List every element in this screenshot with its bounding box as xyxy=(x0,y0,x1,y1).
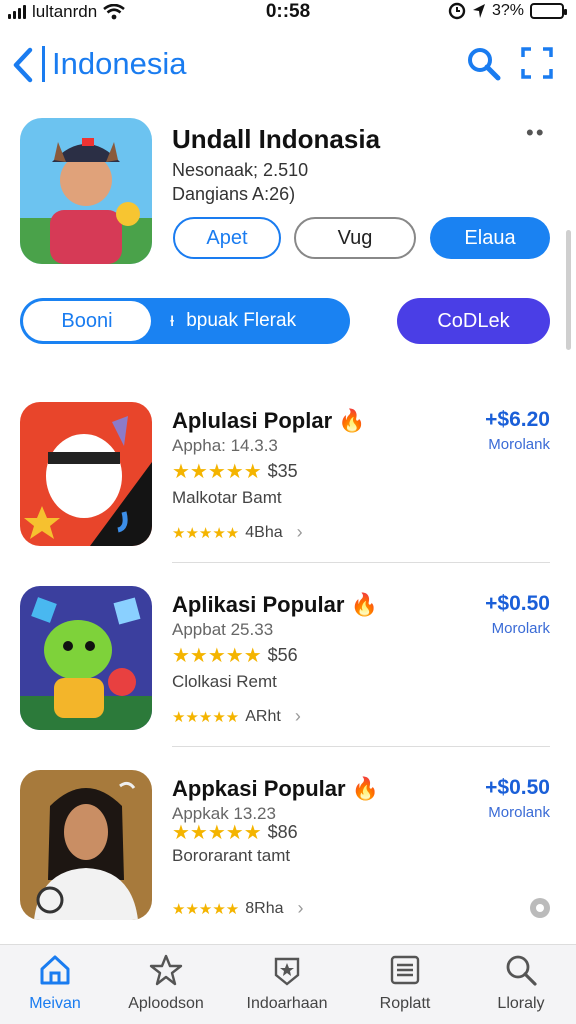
tab-label: Meivan xyxy=(29,995,81,1012)
app-price[interactable]: +$0.50 xyxy=(485,592,550,616)
primary-action-button[interactable]: Elaua xyxy=(430,217,550,259)
star-rating: ★★★★★ $35 xyxy=(172,461,298,483)
tab-games[interactable]: Indoarhaan xyxy=(232,953,342,1013)
segmented-control: Booni ᵻ bpuak Flerak xyxy=(20,298,350,344)
app-amount: $86 xyxy=(267,822,298,842)
expand-icon[interactable] xyxy=(520,46,554,80)
small-rating: ★★★★★ ARht › xyxy=(172,706,301,727)
vug-button[interactable]: Vug xyxy=(294,217,416,259)
app-icon xyxy=(20,402,152,546)
scrollbar[interactable] xyxy=(566,230,571,350)
status-bar: lultanrdn 0::58 3?% xyxy=(0,0,576,26)
chevron-right-icon[interactable]: › xyxy=(298,898,304,919)
app-developer: Bororarant tamt xyxy=(172,846,291,865)
rating-text: ARht xyxy=(245,707,281,725)
price-label: Morolark xyxy=(491,620,550,637)
cta-button[interactable]: CoDLek xyxy=(397,298,550,344)
more-options-icon[interactable]: • • xyxy=(526,120,543,146)
price-label: Morolank xyxy=(488,436,550,453)
star-icon xyxy=(149,954,183,986)
app-price[interactable]: +$0.50 xyxy=(485,776,550,800)
rating-text: 4Bha xyxy=(245,523,283,541)
tab-label: Roplatt xyxy=(379,995,431,1012)
app-developer: Malkotar Bamt xyxy=(172,488,282,507)
back-chevron-icon[interactable] xyxy=(10,46,36,84)
app-name: Aplikasi Popular 🔥 xyxy=(172,592,378,617)
list-icon xyxy=(390,955,420,985)
app-amount: $56 xyxy=(267,645,298,665)
featured-app-detail: Dangians A:26) xyxy=(172,184,296,204)
row-divider xyxy=(172,562,550,563)
battery-percent: 3?% xyxy=(491,2,524,19)
apet-button[interactable]: Apet xyxy=(173,217,281,259)
price-label: Morolank xyxy=(488,804,550,821)
tab-bar: Meivan Aploodson Indoarhaan Roplatt Llor… xyxy=(0,944,576,1024)
search-icon[interactable] xyxy=(464,45,502,83)
rating-text: 8Rha xyxy=(245,899,284,917)
nav-divider xyxy=(42,46,45,82)
tab-home[interactable]: Meivan xyxy=(0,953,110,1013)
chevron-right-icon[interactable]: › xyxy=(297,522,303,543)
app-name: Appkasi Popular 🔥 xyxy=(172,776,380,801)
app-price[interactable]: +$6.20 xyxy=(485,408,550,432)
list-item[interactable]: Appkasi Popular 🔥 Appkak 13.23 ★★★★★ $86… xyxy=(0,770,576,930)
app-icon xyxy=(20,586,152,730)
tab-label: Indoarhaan xyxy=(246,995,328,1012)
tab-label: Aploodson xyxy=(128,995,204,1012)
badge-icon xyxy=(274,957,300,986)
app-amount: $35 xyxy=(267,461,298,481)
home-icon xyxy=(40,955,70,985)
tab-updates[interactable]: Roplatt xyxy=(350,953,460,1013)
chevron-right-icon[interactable]: › xyxy=(295,706,301,727)
star-rating: ★★★★★ $56 xyxy=(172,645,298,667)
featured-app-title: Undall Indonasia xyxy=(172,124,381,154)
list-item[interactable]: Aplikasi Popular 🔥 Appbat 25.33 ★★★★★ $5… xyxy=(0,586,576,747)
segment-active[interactable]: Booni xyxy=(23,301,151,341)
search-tab-icon xyxy=(506,955,537,986)
featured-app-icon[interactable] xyxy=(20,118,152,264)
star-rating: ★★★★★ $86 xyxy=(172,822,298,844)
nav-bar: Indonesia xyxy=(0,40,576,88)
status-right: 3?% xyxy=(448,2,567,20)
alarm-icon xyxy=(448,2,466,20)
location-icon xyxy=(472,4,485,18)
app-icon xyxy=(20,770,152,920)
row-divider xyxy=(172,746,550,747)
segment-inactive-label: bpuak Flerak xyxy=(186,310,297,331)
segment-marker-icon: ᵻ xyxy=(170,310,175,331)
page-dot-icon xyxy=(530,898,550,918)
small-rating: ★★★★★ 4Bha › xyxy=(172,522,303,543)
tab-search[interactable]: Lloraly xyxy=(466,953,576,1013)
list-item[interactable]: Aplulasi Poplar 🔥 Appha: 14.3.3 ★★★★★ $3… xyxy=(0,402,576,563)
battery-icon xyxy=(530,3,567,19)
tab-label: Lloraly xyxy=(497,995,545,1012)
app-meta: Appbat 25.33 xyxy=(172,620,274,639)
small-rating: ★★★★★ 8Rha › xyxy=(172,898,304,919)
tab-apps[interactable]: Aploodson xyxy=(111,953,221,1013)
featured-app-subtitle: Nesonaak; 2.510 xyxy=(172,160,309,180)
app-name: Aplulasi Poplar 🔥 xyxy=(172,408,366,433)
segment-inactive[interactable]: ᵻ bpuak Flerak xyxy=(170,298,296,344)
app-meta: Appha: 14.3.3 xyxy=(172,436,278,455)
page-title: Indonesia xyxy=(52,46,187,81)
app-developer: Clolkasi Remt xyxy=(172,672,277,691)
